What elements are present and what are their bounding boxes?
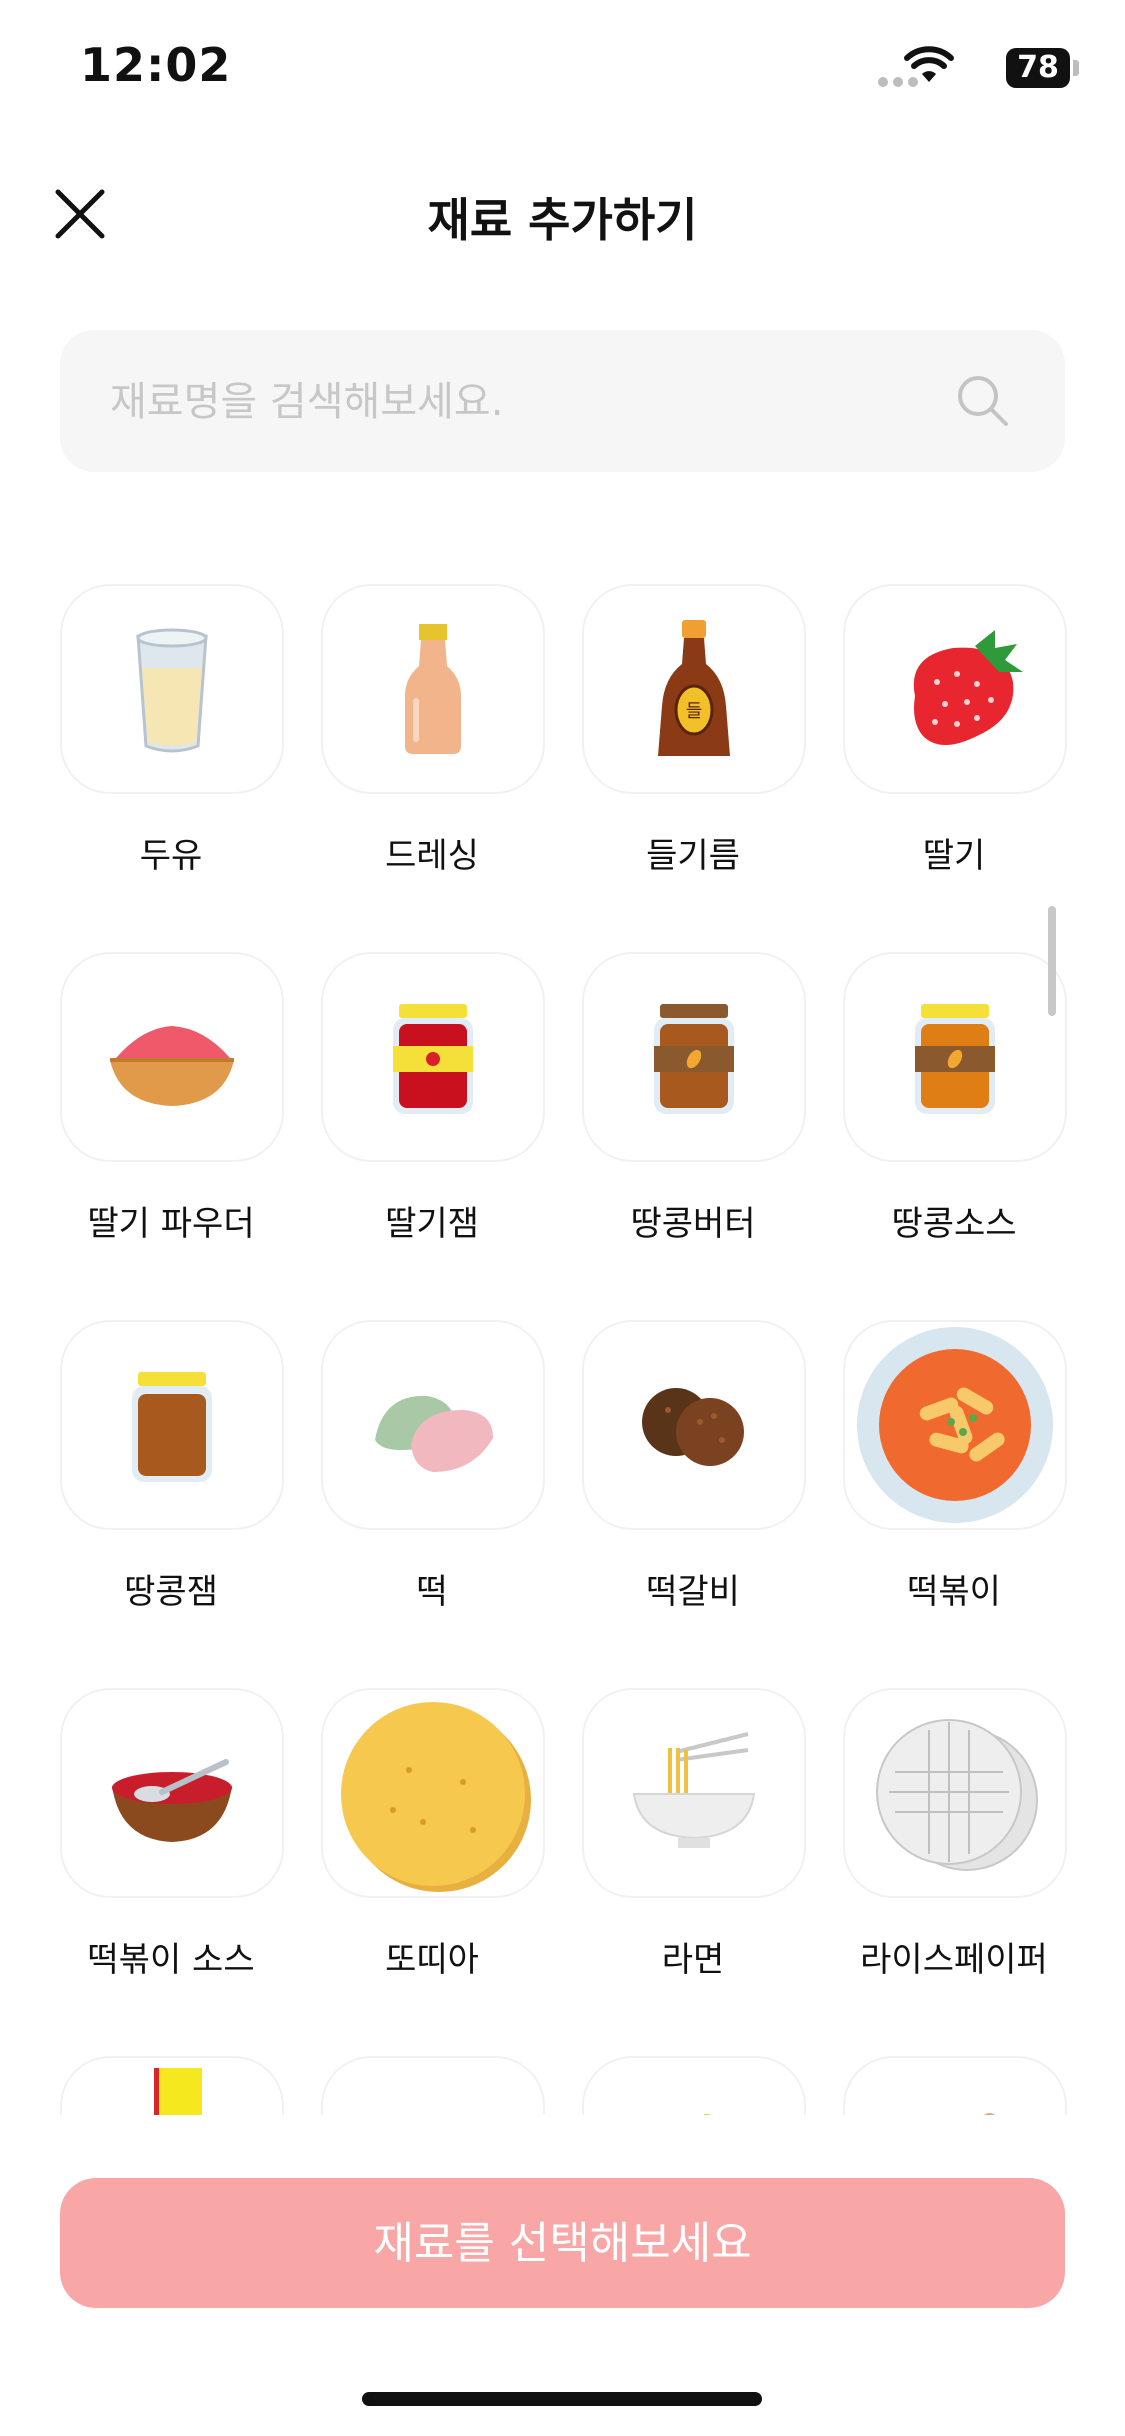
search-input[interactable] bbox=[108, 330, 952, 474]
ingredient-tile[interactable] bbox=[843, 584, 1067, 794]
ingredient-tile[interactable] bbox=[321, 952, 545, 1162]
ingredient-tile[interactable] bbox=[843, 1320, 1067, 1530]
rice-paper-icon bbox=[876, 1719, 1038, 1871]
strawberry-powder-bowl-icon bbox=[110, 1026, 234, 1106]
ingredient-tile[interactable] bbox=[582, 1688, 806, 1898]
ingredient-tile[interactable] bbox=[321, 1688, 545, 1898]
ingredient-grid: 두유 드레싱 들 들기름 딸기 딸기 파우더 딸기잼 땅콩버터 땅콩소스 땅콩잼… bbox=[60, 584, 1067, 2115]
ingredient-label: 들기름 bbox=[646, 836, 740, 876]
ingredient-tile[interactable] bbox=[321, 584, 545, 794]
ingredient-tile[interactable] bbox=[60, 1688, 284, 1898]
ingredient-item[interactable]: 또띠아 bbox=[321, 1688, 545, 2056]
ingredient-tile[interactable] bbox=[843, 952, 1067, 1162]
search-box[interactable] bbox=[60, 330, 1065, 474]
peanut-butter-jar-icon bbox=[654, 1004, 734, 1114]
ingredient-item[interactable]: 딸기 bbox=[843, 584, 1067, 952]
ingredient-grid-viewport[interactable]: 두유 드레싱 들 들기름 딸기 딸기 파우더 딸기잼 땅콩버터 땅콩소스 땅콩잼… bbox=[0, 570, 1125, 2115]
ingredient-label: 딸기 파우더 bbox=[87, 1204, 255, 1244]
ingredient-tile[interactable] bbox=[321, 1320, 545, 1530]
ingredient-item[interactable] bbox=[582, 2056, 806, 2115]
ingredient-label: 떡갈비 bbox=[646, 1572, 740, 1612]
ingredient-label: 딸기 bbox=[922, 836, 986, 876]
dressing-bottle-icon bbox=[405, 624, 461, 754]
ingredient-item[interactable]: 떡볶이 bbox=[843, 1320, 1067, 1688]
ingredient-tile[interactable] bbox=[60, 952, 284, 1162]
ingredient-tile[interactable] bbox=[582, 2056, 806, 2115]
strawberry-jam-jar-icon bbox=[393, 1004, 473, 1114]
status-bar: 12:02 78 bbox=[0, 0, 1125, 140]
ingredient-item[interactable]: 라이스페이퍼 bbox=[843, 1688, 1067, 2056]
ingredient-item[interactable]: 땅콩소스 bbox=[843, 952, 1067, 1320]
tteokbokki-sauce-bowl-icon bbox=[112, 1759, 232, 1842]
ingredient-item[interactable] bbox=[60, 2056, 284, 2115]
battery-icon: 78 bbox=[1006, 48, 1070, 88]
ingredient-label: 두유 bbox=[139, 836, 203, 876]
battery-tip bbox=[1073, 60, 1079, 76]
ingredient-item[interactable]: 라면 bbox=[582, 1688, 806, 2056]
ingredient-label: 딸기잼 bbox=[385, 1204, 479, 1244]
ingredient-tile[interactable] bbox=[582, 952, 806, 1162]
strawberry-icon bbox=[913, 630, 1023, 745]
ramen-bowl-icon bbox=[632, 1732, 756, 1848]
ingredient-tile[interactable] bbox=[843, 2056, 1067, 2115]
yellow-package-icon bbox=[154, 2068, 202, 2115]
svg-text:들: 들 bbox=[686, 701, 703, 722]
ingredient-item[interactable]: 두유 bbox=[60, 584, 284, 952]
ingredient-label: 라이스페이퍼 bbox=[860, 1940, 1048, 1980]
ingredient-label: 땅콩소스 bbox=[891, 1204, 1017, 1244]
tortilla-icon bbox=[341, 1702, 531, 1892]
wifi-icon bbox=[904, 46, 954, 82]
blank-icon bbox=[323, 2058, 543, 2115]
page-title: 재료 추가하기 bbox=[427, 193, 698, 247]
ingredient-tile[interactable] bbox=[60, 584, 284, 794]
ingredient-item[interactable]: 들 들기름 bbox=[582, 584, 806, 952]
ingredient-item[interactable]: 딸기 파우더 bbox=[60, 952, 284, 1320]
ingredient-label: 드레싱 bbox=[385, 836, 479, 876]
ingredient-item[interactable]: 땅콩잼 bbox=[60, 1320, 284, 1688]
ingredient-item[interactable]: 드레싱 bbox=[321, 584, 545, 952]
ingredient-tile[interactable] bbox=[321, 2056, 545, 2115]
ingredient-item[interactable]: 딸기잼 bbox=[321, 952, 545, 1320]
small-yellow-item-icon bbox=[704, 2114, 710, 2115]
select-ingredient-button[interactable]: 재료를 선택해보세요 bbox=[60, 2178, 1065, 2308]
ingredient-item[interactable] bbox=[321, 2056, 545, 2115]
tteokbokki-plate-icon bbox=[857, 1327, 1053, 1523]
ingredient-label: 또띠아 bbox=[385, 1940, 479, 1980]
ingredient-tile[interactable] bbox=[60, 2056, 284, 2115]
perilla-oil-bottle-icon: 들 bbox=[658, 620, 730, 756]
ingredient-tile[interactable] bbox=[60, 1320, 284, 1530]
peanut-jam-jar-icon bbox=[132, 1372, 212, 1482]
ingredient-item[interactable]: 떡 bbox=[321, 1320, 545, 1688]
ingredient-label: 떡볶이 소스 bbox=[87, 1940, 255, 1980]
ingredient-item[interactable] bbox=[843, 2056, 1067, 2115]
ingredient-label: 라면 bbox=[661, 1940, 725, 1980]
ingredient-label: 떡볶이 bbox=[907, 1572, 1001, 1612]
soy-milk-glass-icon bbox=[136, 628, 208, 753]
ingredient-tile[interactable] bbox=[582, 1320, 806, 1530]
ingredient-item[interactable]: 떡갈비 bbox=[582, 1320, 806, 1688]
home-indicator[interactable] bbox=[362, 2392, 762, 2406]
ingredient-item[interactable]: 땅콩버터 bbox=[582, 952, 806, 1320]
ingredient-tile[interactable]: 들 bbox=[582, 584, 806, 794]
search-icon[interactable] bbox=[954, 372, 1012, 430]
peanut-sauce-jar-icon bbox=[915, 1004, 995, 1114]
rice-cake-icon bbox=[375, 1395, 493, 1472]
tteokgalbi-patty-icon bbox=[642, 1388, 744, 1466]
ingredient-label: 땅콩잼 bbox=[124, 1572, 218, 1612]
ingredient-item[interactable]: 떡볶이 소스 bbox=[60, 1688, 284, 2056]
round-brown-item-icon bbox=[984, 2113, 995, 2115]
status-time: 12:02 bbox=[80, 38, 232, 92]
ingredient-label: 떡 bbox=[416, 1572, 448, 1612]
scrollbar[interactable] bbox=[1048, 906, 1056, 1016]
ingredient-label: 땅콩버터 bbox=[630, 1204, 756, 1244]
ingredient-tile[interactable] bbox=[843, 1688, 1067, 1898]
